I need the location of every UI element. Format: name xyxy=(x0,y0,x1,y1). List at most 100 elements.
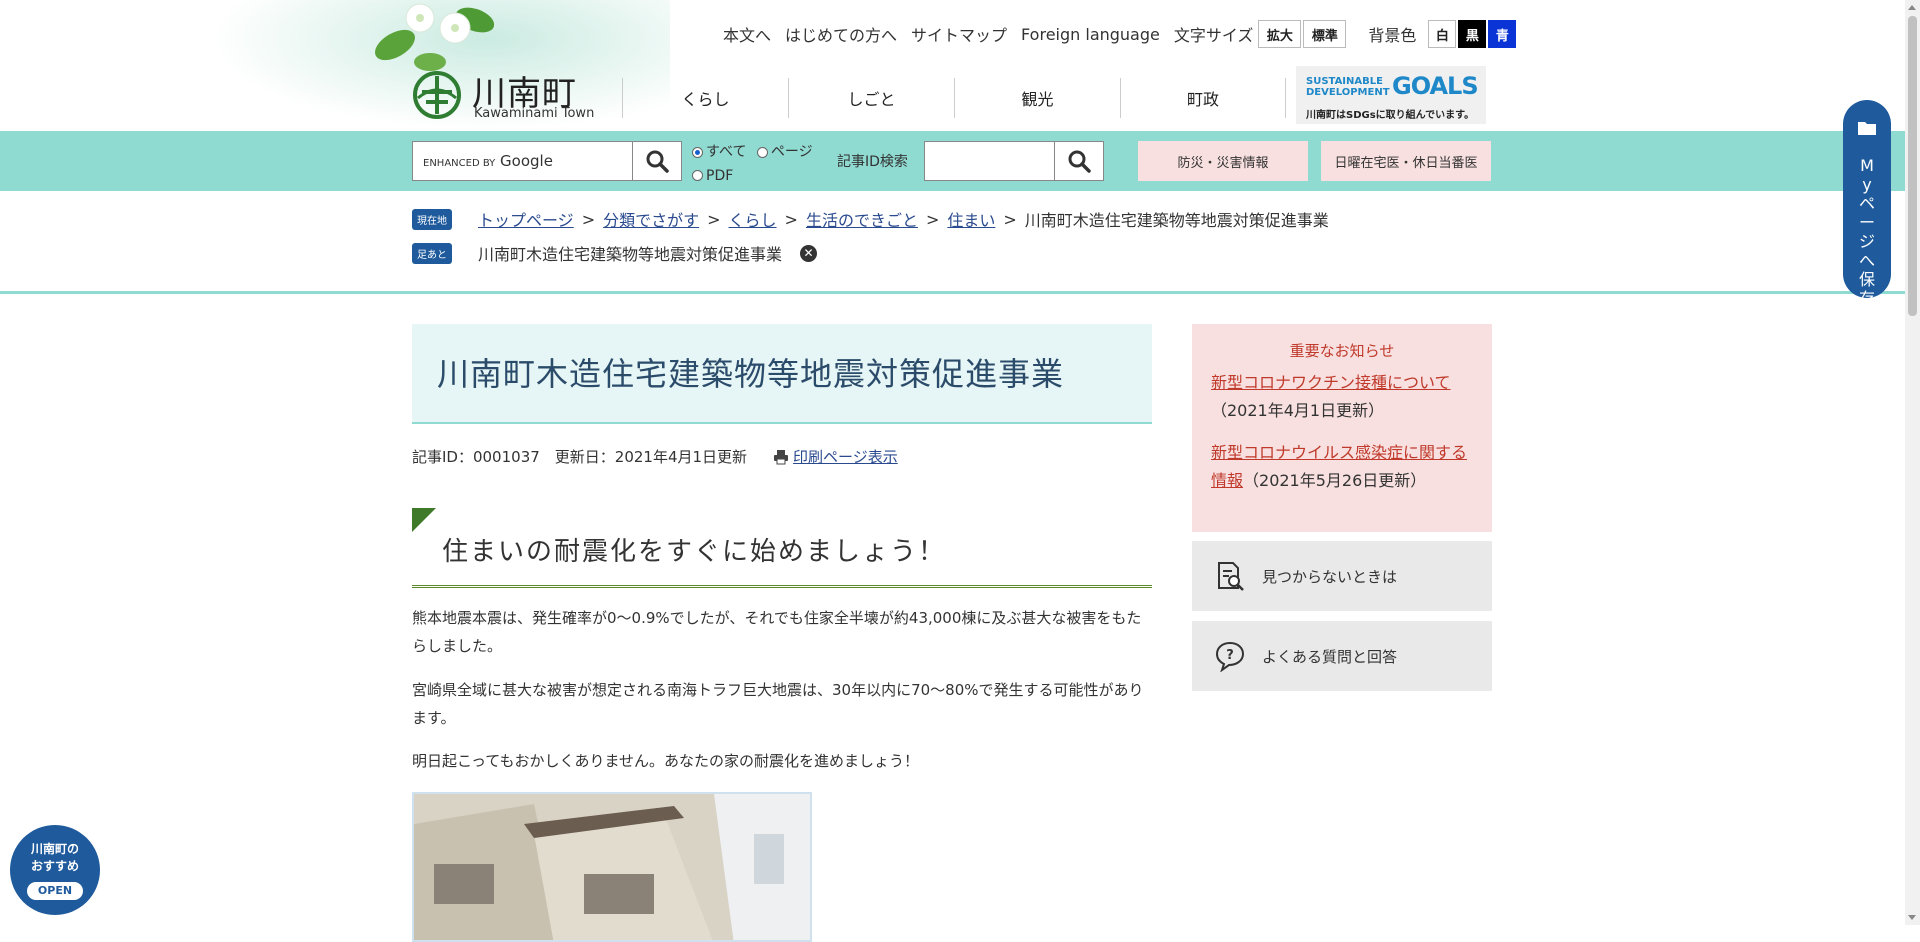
breadcrumb-link-life-events[interactable]: 生活のできごと xyxy=(806,207,918,231)
site-search-box[interactable]: ENHANCED BY Google xyxy=(412,141,682,181)
search-icon xyxy=(646,150,669,173)
question-icon: ? xyxy=(1212,638,1248,674)
article-id-input[interactable] xyxy=(931,142,1055,180)
notice-date: （2021年4月1日更新） xyxy=(1211,401,1385,420)
section-heading: 住まいの耐震化をすぐに始めましょう！ xyxy=(412,508,1152,588)
font-size-standard-button[interactable]: 標準 xyxy=(1303,20,1347,48)
paragraph: 明日起こってもおかしくありません。あなたの家の耐震化を進めましょう！ xyxy=(412,752,920,770)
article-id-search-button[interactable] xyxy=(1054,142,1103,180)
faq-button[interactable]: ? よくある質問と回答 xyxy=(1192,621,1492,691)
bg-black-button[interactable]: 黒 xyxy=(1458,20,1487,48)
utility-nav: 本文へ はじめての方へ サイトマップ Foreign language 文字サイ… xyxy=(723,20,1517,48)
history-item[interactable]: 川南町木造住宅建築物等地震対策促進事業 xyxy=(478,241,782,265)
document-search-icon xyxy=(1212,558,1248,594)
notice-item: 新型コロナワクチン接種について （2021年4月1日更新） xyxy=(1211,369,1481,425)
bg-color-label: 背景色 xyxy=(1368,26,1417,45)
bg-white-button[interactable]: 白 xyxy=(1428,20,1457,48)
history-tag: 足あと xyxy=(412,242,452,264)
utility-link-sitemap[interactable]: サイトマップ xyxy=(911,22,1007,46)
logo-subtitle: Kawaminami Town xyxy=(474,106,595,121)
current-location-tag: 現在地 xyxy=(412,208,452,230)
search-google: Google xyxy=(500,152,553,170)
search-icon xyxy=(1068,150,1091,173)
damaged-house-photo xyxy=(412,792,812,942)
radio-dot xyxy=(692,170,703,181)
history-trail: 足あと 川南町木造住宅建築物等地震対策促進事業 ✕ xyxy=(412,241,818,265)
main-nav-kanko[interactable]: 観光 xyxy=(954,78,1120,118)
radio-dot xyxy=(692,146,703,158)
heading-triangle xyxy=(412,508,436,532)
main-nav-shigoto[interactable]: しごと xyxy=(788,78,954,118)
page-title: 川南町木造住宅建築物等地震対策促進事業 xyxy=(437,355,1065,393)
notice-item: 新型コロナウイルス感染症に関する情報（2021年5月26日更新） xyxy=(1211,439,1481,495)
folder-icon xyxy=(1858,122,1876,135)
disaster-info-button[interactable]: 防災・災害情報 xyxy=(1138,141,1308,181)
mypage-label: Myページへ保存 xyxy=(1843,156,1891,308)
sdgs-banner[interactable]: SUSTAINABLE DEVELOPMENT GOALS 川南町はSDGsに取… xyxy=(1296,66,1486,124)
scrollbar[interactable] xyxy=(1905,0,1920,925)
main-nav: くらし しごと 観光 町政 xyxy=(622,78,1286,118)
notice-date: （2021年5月26日更新） xyxy=(1243,471,1427,490)
scope-page-label: ページ xyxy=(770,144,813,160)
article-updated: 更新日：2021年4月1日更新 xyxy=(554,448,748,466)
scroll-up-arrow-icon[interactable] xyxy=(1908,5,1916,10)
flower-decoration xyxy=(375,3,495,71)
search-button[interactable] xyxy=(632,142,681,180)
font-size-label: 文字サイズ xyxy=(1173,26,1254,45)
printer-icon xyxy=(774,449,789,464)
radio-dot xyxy=(756,146,768,158)
article-meta: 記事ID：0001037 更新日：2021年4月1日更新 印刷ページ表示 xyxy=(412,446,898,467)
bg-blue-button[interactable]: 青 xyxy=(1488,20,1517,48)
important-notice: 重要なお知らせ 新型コロナワクチン接種について （2021年4月1日更新） 新型… xyxy=(1192,324,1492,532)
sdgs-caption: 川南町はSDGsに取り組んでいます。 xyxy=(1306,110,1475,121)
site-logo[interactable]: 川南町 Kawaminami Town xyxy=(412,66,602,124)
recommend-title-line1: 川南町の xyxy=(30,842,79,856)
breadcrumb-link-top[interactable]: トップページ xyxy=(478,207,574,231)
recommend-widget[interactable]: 川南町の おすすめ OPEN xyxy=(10,825,100,915)
breadcrumb: 現在地 トップページ > 分類でさがす > くらし > 生活のできごと > 住まい > 川… xyxy=(412,207,1329,231)
scope-page-radio[interactable]: ページ xyxy=(756,141,813,163)
scope-all-radio[interactable]: すべて xyxy=(692,141,746,163)
sdgs-line1: SUSTAINABLE xyxy=(1306,76,1383,87)
page-title-box: 川南町木造住宅建築物等地震対策促進事業 xyxy=(412,324,1152,424)
utility-link-skip[interactable]: 本文へ xyxy=(723,22,771,46)
font-size-larger-button[interactable]: 拡大 xyxy=(1258,20,1302,48)
holiday-doctor-button[interactable]: 日曜在宅医・休日当番医 xyxy=(1321,141,1491,181)
breadcrumb-link-housing[interactable]: 住まい xyxy=(947,207,995,231)
sdgs-goals: GOALS xyxy=(1392,72,1479,100)
paragraph: 宮崎県全域に甚大な被害が想定される南海トラフ巨大地震は、30年以内に70～80%… xyxy=(412,681,1144,727)
breadcrumb-link-category[interactable]: 分類でさがす xyxy=(603,207,699,231)
utility-link-foreign-language[interactable]: Foreign language xyxy=(1021,25,1160,44)
recommend-open-button[interactable]: OPEN xyxy=(27,882,83,900)
scrollbar-thumb[interactable] xyxy=(1908,16,1917,316)
divider xyxy=(0,291,1905,294)
utility-link-first-time[interactable]: はじめての方へ xyxy=(785,22,897,46)
scope-pdf-radio[interactable]: PDF xyxy=(692,165,733,187)
main-nav-chosei[interactable]: 町政 xyxy=(1120,78,1286,118)
article-id-search-label: 記事ID検索 xyxy=(837,154,908,170)
search-scope: すべて ページ PDF xyxy=(692,141,819,188)
close-icon[interactable]: ✕ xyxy=(800,244,818,262)
breadcrumb-link-kurashi[interactable]: くらし xyxy=(729,207,777,231)
notice-link-vaccine[interactable]: 新型コロナワクチン接種について xyxy=(1211,373,1451,392)
not-found-button[interactable]: 見つからないときは xyxy=(1192,541,1492,611)
article-id: 記事ID：0001037 xyxy=(412,448,540,466)
breadcrumb-current: 川南町木造住宅建築物等地震対策促進事業 xyxy=(1024,211,1329,230)
recommend-title: 川南町の おすすめ xyxy=(10,841,100,875)
section-heading-text: 住まいの耐震化をすぐに始めましょう！ xyxy=(442,537,947,567)
notice-heading: 重要なお知らせ xyxy=(1289,342,1395,360)
scope-all-label: すべて xyxy=(706,144,747,160)
svg-text:?: ? xyxy=(1226,648,1234,663)
save-to-mypage-button[interactable]: Myページへ保存 xyxy=(1843,100,1891,308)
recommend-title-line2: おすすめ xyxy=(30,859,79,873)
main-nav-kurashi[interactable]: くらし xyxy=(622,78,788,118)
mypage-label-text: Myページへ保存 xyxy=(1858,156,1875,308)
scope-pdf-label: PDF xyxy=(706,167,734,184)
town-emblem-icon xyxy=(413,71,461,119)
not-found-label: 見つからないときは xyxy=(1262,567,1398,586)
search-enhanced-by: ENHANCED BY xyxy=(423,158,496,169)
paragraph: 熊本地震本震は、発生確率が0～0.9%でしたが、それでも住家全半壊が約43,00… xyxy=(412,609,1142,655)
print-page-link[interactable]: 印刷ページ表示 xyxy=(793,446,898,467)
article-id-search-box xyxy=(924,141,1104,181)
scroll-down-arrow-icon[interactable] xyxy=(1908,915,1916,920)
